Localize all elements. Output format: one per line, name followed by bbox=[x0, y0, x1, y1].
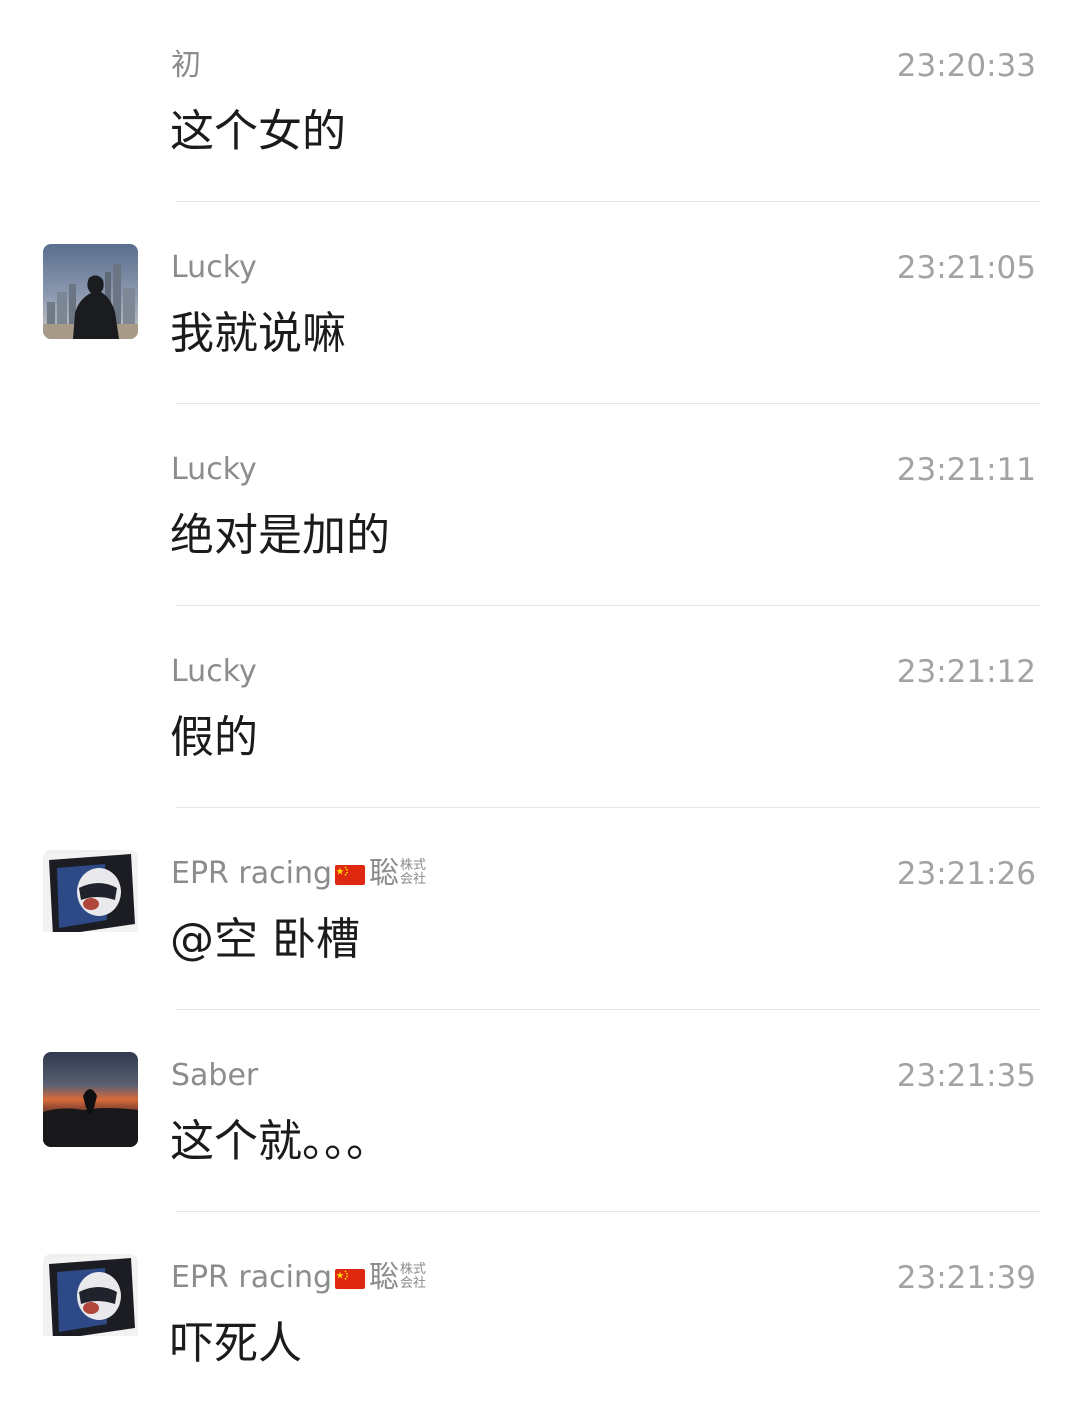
message-item[interactable]: 初 23:20:33 这个女的 bbox=[0, 0, 1080, 202]
message-item[interactable]: Lucky 23:21:11 绝对是加的 bbox=[0, 404, 1080, 606]
message-time: 23:21:11 bbox=[896, 452, 1036, 488]
message-text[interactable]: 绝对是加的 bbox=[170, 508, 390, 564]
message-time: 23:21:35 bbox=[896, 1058, 1036, 1094]
message-text[interactable]: 我就说嘛 bbox=[170, 306, 346, 362]
china-flag-icon bbox=[335, 1269, 366, 1289]
racing-helmet-avatar-icon bbox=[43, 1254, 138, 1349]
avatar[interactable] bbox=[43, 850, 138, 945]
message-text[interactable]: 吓死人 bbox=[170, 1316, 302, 1372]
sender-suffix-main: 聡 bbox=[369, 1260, 400, 1295]
message-time: 23:21:39 bbox=[896, 1260, 1036, 1296]
sender-name[interactable]: Saber bbox=[171, 1056, 258, 1096]
sender-suffix-main: 聡 bbox=[369, 856, 400, 891]
sender-name[interactable]: EPR racing 聡 株式 会社 bbox=[171, 1258, 426, 1298]
sender-name[interactable]: 初 bbox=[171, 46, 201, 86]
china-flag-icon bbox=[335, 865, 366, 885]
message-time: 23:21:05 bbox=[896, 250, 1036, 286]
message-time: 23:21:26 bbox=[896, 856, 1036, 892]
message-text[interactable]: 假的 bbox=[170, 710, 258, 766]
racing-helmet-avatar-icon bbox=[43, 850, 138, 945]
avatar[interactable] bbox=[43, 1052, 138, 1147]
message-item[interactable]: EPR racing 聡 株式 会社 23:21:39 吓死人 bbox=[0, 1212, 1080, 1414]
sender-suffix-small-top: 株式 bbox=[400, 1262, 427, 1277]
avatar[interactable] bbox=[43, 1254, 138, 1349]
sender-suffix-small-bottom: 会社 bbox=[400, 872, 427, 887]
sender-suffix-small: 株式 会社 bbox=[400, 859, 426, 887]
sunset-silhouette-avatar-icon bbox=[43, 1052, 138, 1147]
message-time: 23:21:12 bbox=[896, 654, 1036, 690]
sender-name-label: EPR racing bbox=[171, 856, 333, 891]
sender-name[interactable]: Lucky bbox=[171, 652, 257, 692]
sender-name-label: EPR racing bbox=[171, 1260, 333, 1295]
message-item[interactable]: EPR racing 聡 株式 会社 23:21:26 @空 卧槽 bbox=[0, 808, 1080, 1010]
message-item[interactable]: Lucky 23:21:12 假的 bbox=[0, 606, 1080, 808]
sender-suffix-small-bottom: 会社 bbox=[400, 1276, 427, 1291]
avatar[interactable] bbox=[43, 244, 138, 339]
city-silhouette-avatar-icon bbox=[43, 244, 138, 339]
message-text[interactable]: 这个就。。。 bbox=[170, 1114, 390, 1170]
message-text[interactable]: @空 卧槽 bbox=[170, 912, 360, 968]
sender-name[interactable]: Lucky bbox=[171, 248, 257, 288]
sender-suffix-small: 株式 会社 bbox=[400, 1263, 426, 1291]
message-time: 23:20:33 bbox=[896, 48, 1036, 84]
message-text[interactable]: 这个女的 bbox=[170, 104, 346, 160]
message-item[interactable]: Lucky 23:21:05 我就说嘛 bbox=[0, 202, 1080, 404]
sender-name[interactable]: EPR racing 聡 株式 会社 bbox=[171, 854, 426, 894]
sender-name[interactable]: Lucky bbox=[171, 450, 257, 490]
sender-suffix-small-top: 株式 bbox=[400, 858, 427, 873]
message-item[interactable]: Saber 23:21:35 这个就。。。 bbox=[0, 1010, 1080, 1212]
chat-message-list: 初 23:20:33 这个女的 Lucky 23:21:05 我就说嘛 Luck… bbox=[0, 0, 1080, 1392]
